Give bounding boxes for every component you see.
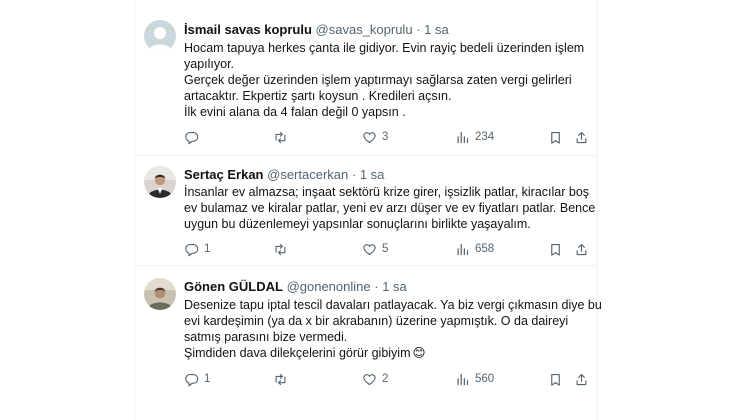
author-handle[interactable]: @gonenonline <box>287 279 371 294</box>
like-count: 3 <box>382 131 389 143</box>
reply-button[interactable]: 1 <box>184 240 210 258</box>
timestamp[interactable]: 1 sa <box>360 167 385 182</box>
timestamp[interactable]: 1 sa <box>382 279 407 294</box>
share-icon <box>576 131 587 143</box>
views-button[interactable]: 234 <box>455 128 494 146</box>
tweet-line: artacaktır. Ekpertiz şartı koysun . Kred… <box>184 89 452 103</box>
tweet-line: Şimdiden dava dilekçelerini görür gibiyi… <box>184 346 411 360</box>
share-button[interactable] <box>574 240 589 258</box>
bookmark-icon <box>551 243 560 256</box>
views-icon <box>457 131 469 143</box>
tweet-line: Desenize tapu iptal tescil davaları patl… <box>184 298 602 312</box>
author-handle[interactable]: @sertacerkan <box>267 167 348 182</box>
retweet-button[interactable] <box>273 370 293 388</box>
tweet[interactable]: Sertaç Erkan @sertacerkan · 1 sa İnsanla… <box>134 156 596 265</box>
tweet-line: satmış parasını bize vermedi. <box>184 330 348 344</box>
tweet-line: Gerçek değer üzerinden işlem yaptırmayı … <box>184 73 572 87</box>
like-icon <box>363 131 376 143</box>
bookmark-icon <box>551 373 560 386</box>
separator: · <box>374 279 379 294</box>
tweet-line: yapılıyor. <box>184 57 235 71</box>
views-button[interactable]: 658 <box>455 240 494 258</box>
tweet-line: evi kardeşimin (ya da x bir akrabanın) ü… <box>184 314 569 328</box>
like-count: 5 <box>382 243 389 255</box>
like-button[interactable]: 3 <box>362 128 388 146</box>
avatar[interactable] <box>144 20 176 52</box>
avatar[interactable] <box>144 278 176 310</box>
reply-count: 1 <box>204 373 211 385</box>
views-icon <box>457 243 469 255</box>
author-handle[interactable]: @savas_koprulu <box>316 22 413 37</box>
author-name[interactable]: Gönen GÜLDAL <box>184 279 283 294</box>
views-icon <box>457 373 469 385</box>
tweet-header: Gönen GÜLDAL @gonenonline · 1 sa <box>184 279 407 295</box>
profile-photo <box>144 278 176 310</box>
tweet-actions: 3 234 <box>184 128 589 146</box>
bookmark-button[interactable] <box>548 370 563 388</box>
timestamp[interactable]: 1 sa <box>424 22 449 37</box>
tweet-header: İsmail savas koprulu @savas_koprulu · 1 … <box>184 22 449 38</box>
bookmark-icon <box>551 131 560 144</box>
tweet-header: Sertaç Erkan @sertacerkan · 1 sa <box>184 167 384 183</box>
tweet-line: İnsanlar ev almazsa; inşaat sektörü kriz… <box>184 185 590 199</box>
like-icon <box>363 243 376 255</box>
tweet-actions: 1 2 560 <box>184 370 589 388</box>
tweet-line-with-emoji: Şimdiden dava dilekçelerini görür gibiyi… <box>184 345 589 361</box>
tweet-text: İnsanlar ev almazsa; inşaat sektörü kriz… <box>184 184 596 232</box>
retweet-icon <box>275 243 286 255</box>
retweet-button[interactable] <box>273 128 293 146</box>
retweet-icon <box>275 373 286 385</box>
reply-icon <box>185 243 199 256</box>
share-button[interactable] <box>574 370 589 388</box>
like-button[interactable]: 2 <box>362 370 388 388</box>
profile-photo <box>144 166 176 198</box>
tweet-line: uygun bu düzenlemeyi yapsınlar sonuçları… <box>184 217 531 231</box>
reply-button[interactable] <box>184 128 204 146</box>
tweet-line: İlk evini alana da 4 falan değil 0 yapsı… <box>184 105 406 119</box>
like-icon <box>363 373 376 385</box>
like-button[interactable]: 5 <box>362 240 388 258</box>
views-button[interactable]: 560 <box>455 370 494 388</box>
bookmark-button[interactable] <box>548 240 563 258</box>
view-count: 234 <box>475 131 495 143</box>
tweet-text: Hocam tapuya herkes çanta ile gidiyor. E… <box>184 40 589 120</box>
view-count: 658 <box>475 243 495 255</box>
like-count: 2 <box>382 373 389 385</box>
avatar[interactable] <box>144 166 176 198</box>
reply-button[interactable]: 1 <box>184 370 210 388</box>
retweet-icon <box>275 131 286 143</box>
author-name[interactable]: İsmail savas koprulu <box>184 22 312 37</box>
share-button[interactable] <box>574 128 589 146</box>
default-avatar-icon <box>144 20 176 52</box>
tweet-text: Desenize tapu iptal tescil davaları patl… <box>184 297 602 361</box>
tweet[interactable]: Gönen GÜLDAL @gonenonline · 1 sa Deseniz… <box>134 266 602 420</box>
reply-count: 1 <box>204 243 211 255</box>
tweet-line: Hocam tapuya herkes çanta ile gidiyor. E… <box>184 41 585 55</box>
view-count: 560 <box>475 373 495 385</box>
retweet-button[interactable] <box>273 240 293 258</box>
author-name[interactable]: Sertaç Erkan <box>184 167 264 182</box>
separator: · <box>416 22 421 37</box>
tweet[interactable]: İsmail savas koprulu @savas_koprulu · 1 … <box>134 0 596 155</box>
smiling-emoji: 😊 <box>412 346 426 360</box>
share-icon <box>576 373 587 385</box>
tweet-line: ev bulamaz ve kiralar patlar, yeni ev ar… <box>184 201 596 215</box>
separator: · <box>351 167 357 182</box>
share-icon <box>576 243 587 255</box>
reply-icon <box>185 131 199 144</box>
reply-icon <box>185 373 199 386</box>
tweet-actions: 1 5 658 <box>184 240 589 258</box>
bookmark-button[interactable] <box>548 128 563 146</box>
